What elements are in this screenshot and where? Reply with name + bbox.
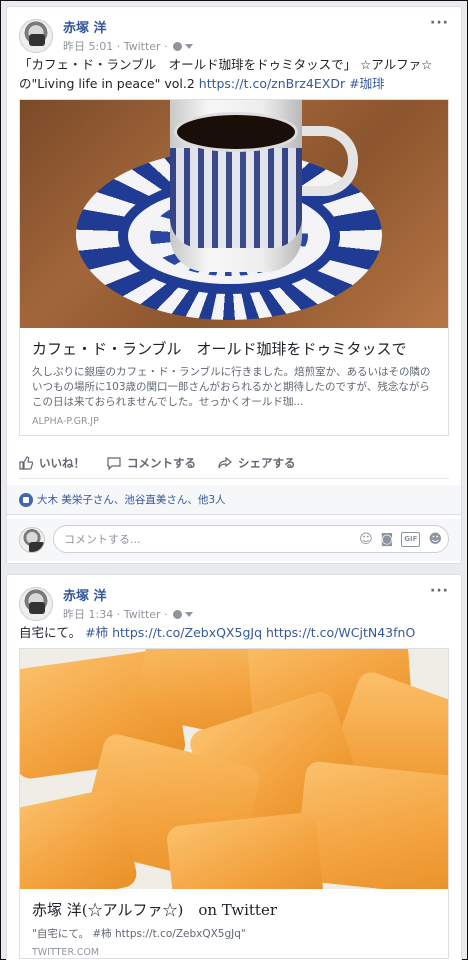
post-text-prefix: の"Living life in peace" vol.2 [19,76,199,91]
post-meta: 昨日 1:34 · Twitter · [63,606,194,622]
more-dots-icon[interactable]: ··· [430,583,449,599]
likes-summary[interactable]: 大木 美栄子さん、池谷直美さん、他3人 [7,485,461,515]
persimmon-slice [20,786,139,889]
coffee-surface [174,112,298,152]
hashtag-link[interactable]: #柿 [85,625,108,640]
post-link[interactable]: https://t.co/znBrz4EXDr [199,76,345,91]
comment-button[interactable]: コメントする [107,455,196,471]
like-reaction-icon [19,492,33,507]
post-time[interactable]: 昨日 5:01 [63,40,113,53]
sticker-icon[interactable]: ☻ [428,532,442,547]
coffee-photo[interactable] [20,100,448,328]
share-button[interactable]: シェアする [218,455,296,471]
post-meta: 昨日 5:01 · Twitter · [63,38,194,54]
thumbs-up-icon [19,455,33,470]
share-label: シェアする [238,455,296,470]
camera-icon[interactable]: ◙ [381,532,394,547]
author-name[interactable]: 赤塚 洋 [63,585,107,604]
avatar [19,527,45,553]
globe-icon[interactable] [173,610,183,619]
post-text-line1: 「カフェ・ド・ランブル オールド珈琲をドゥミタッスで」 ☆アルファ☆ [19,57,433,72]
cup-pattern [170,148,302,248]
comment-tools: ☺ ◙ GIF ☻ [359,532,442,547]
emoji-icon[interactable]: ☺ [359,532,373,547]
action-bar: いいね！ コメントする シェアする [19,447,449,479]
gif-icon[interactable]: GIF [401,532,421,547]
link-preview-card[interactable]: カフェ・ド・ランブル オールド珈琲をドゥミタッスで 久しぶりに銀座のカフェ・ド・… [19,99,449,436]
card-domain: ALPHA-P.GR.JP [32,416,99,427]
like-button[interactable]: いいね！ [19,455,85,471]
globe-icon[interactable] [173,42,183,51]
post-header: 赤塚 洋 昨日 5:01 · Twitter · ··· [7,7,461,55]
avatar[interactable] [19,587,53,621]
post-text-line2: の"Living life in peace" vol.2 https://t.… [19,74,449,93]
comment-input[interactable]: コメントする... ☺ ◙ GIF ☻ [53,525,449,553]
like-label: いいね！ [39,455,85,470]
post-text: 自宅にて。 #柿 https://t.co/ZebxQX5gJq https:/… [7,623,461,642]
post-text: 「カフェ・ド・ランブル オールド珈琲をドゥミタッスで」 ☆アルファ☆ の"Liv… [7,55,461,93]
post-time[interactable]: 昨日 1:34 [63,608,113,621]
hashtag-link[interactable]: #珈琲 [349,76,384,91]
persimmon-photo[interactable] [20,649,448,889]
card-description: 久しぶりに銀座のカフェ・ド・ランブルに行きました。焙煎室か、あるいはその隣のいつ… [32,366,431,408]
card-title[interactable]: カフェ・ド・ランブル オールド珈琲をドゥミタッスで [20,328,448,359]
card-title[interactable]: 赤塚 洋(☆アルファ☆) on Twitter [20,889,448,920]
post-source: Twitter [123,608,161,621]
card-domain: TWITTER.COM [32,947,100,958]
chevron-down-icon[interactable] [185,44,194,49]
avatar[interactable] [19,19,53,53]
comment-composer: コメントする... ☺ ◙ GIF ☻ [7,519,461,561]
card-description: "自宅にて。 #柿 https://t.co/ZebxQX5gJq" [32,928,246,940]
chevron-down-icon[interactable] [185,612,194,617]
share-icon [218,456,232,468]
post-header: 赤塚 洋 昨日 1:34 · Twitter · ··· [7,575,461,623]
post-card-2: 赤塚 洋 昨日 1:34 · Twitter · ··· 自宅にて。 #柿 ht… [6,574,462,960]
comment-placeholder: コメントする... [64,533,141,546]
post-source: Twitter [123,40,161,53]
post-text-prefix: 自宅にて。 [19,625,82,640]
likes-names[interactable]: 大木 美栄子さん、池谷直美さん、他3人 [37,492,226,507]
comment-label: コメントする [127,455,196,470]
author-name[interactable]: 赤塚 洋 [63,17,107,36]
post-link-2[interactable]: https://t.co/WCjtN43fnO [266,625,415,640]
more-dots-icon[interactable]: ··· [430,15,449,31]
comment-icon [107,456,121,470]
post-card-1: 赤塚 洋 昨日 5:01 · Twitter · ··· 「カフェ・ド・ランブル… [6,6,462,564]
post-link[interactable]: https://t.co/ZebxQX5gJq [112,625,262,640]
link-preview-card[interactable]: 赤塚 洋(☆アルファ☆) on Twitter "自宅にて。 #柿 https:… [19,648,449,959]
